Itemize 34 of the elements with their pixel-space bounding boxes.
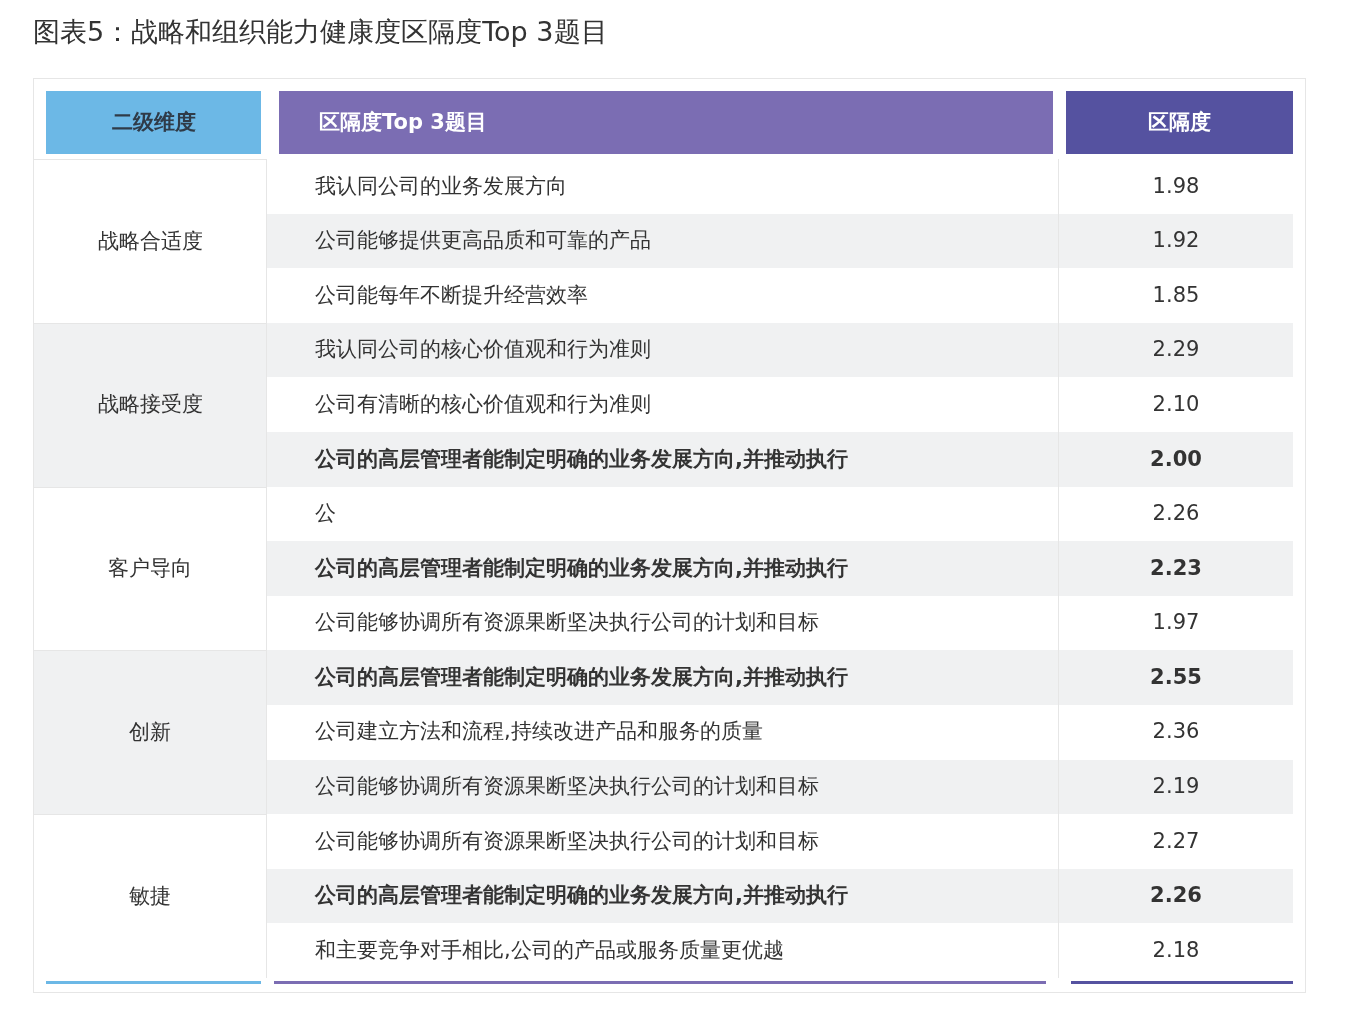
table-cell-text: 1.85 xyxy=(1151,281,1201,309)
column-header: 区隔度 xyxy=(1066,91,1293,154)
table-cell: 2.29 xyxy=(1059,322,1293,378)
table-cell: 2.23 xyxy=(1059,541,1293,596)
table-cell: 2.55 xyxy=(1059,650,1293,705)
table-cell: 公司能每年不断提升经营效率 xyxy=(267,268,1059,323)
group-cell: 战略接受度 xyxy=(34,322,267,487)
table-cell: 和主要竞争对手相比,公司的产品或服务质量更优越 xyxy=(267,923,1059,978)
table-cell: 1.92 xyxy=(1059,213,1293,269)
table-cell: 公司建立方法和流程,持续改进产品和服务的质量 xyxy=(267,704,1059,760)
table-cell: 公司的高层管理者能制定明确的业务发展方向,并推动执行 xyxy=(267,541,1059,596)
table-cell: 公司能够协调所有资源果断坚决执行公司的计划和目标 xyxy=(267,814,1059,869)
table-cell: 我认同公司的业务发展方向 xyxy=(267,159,1059,214)
table-cell-text: 1.98 xyxy=(1151,172,1201,200)
table-cell: 2.26 xyxy=(1059,868,1293,924)
table-cell-text: 1.97 xyxy=(1151,609,1201,637)
table-cell: 2.19 xyxy=(1059,759,1293,815)
chart-title: 图表5：战略和组织能力健康度区隔度Top 3题目 xyxy=(32,15,609,49)
table-cell: 公司的高层管理者能制定明确的业务发展方向,并推动执行 xyxy=(267,868,1059,924)
table-cell-text: 2.26 xyxy=(1151,500,1201,528)
table-cell-text: 2.36 xyxy=(1151,718,1201,746)
table-cell-text: 2.18 xyxy=(1151,936,1201,964)
column-header: 区隔度Top 3题目 xyxy=(279,91,1053,154)
table-cell-text: 2.27 xyxy=(1151,827,1201,855)
table-cell-text: 2.10 xyxy=(1151,390,1201,418)
table-cell: 公司能够协调所有资源果断坚决执行公司的计划和目标 xyxy=(267,759,1059,815)
group-cell: 创新 xyxy=(34,650,267,815)
table-cell: 我认同公司的核心价值观和行为准则 xyxy=(267,322,1059,378)
table-cell: 2.00 xyxy=(1059,431,1293,487)
column-header: 二级维度 xyxy=(46,91,261,154)
table-cell: 公司的高层管理者能制定明确的业务发展方向,并推动执行 xyxy=(267,650,1059,705)
table-cell: 公司有清晰的核心价值观和行为准则 xyxy=(267,377,1059,432)
table-cell: 公司的高层管理者能制定明确的业务发展方向,并推动执行 xyxy=(267,431,1059,487)
table-cell: 公司能够提供更高品质和可靠的产品 xyxy=(267,213,1059,269)
